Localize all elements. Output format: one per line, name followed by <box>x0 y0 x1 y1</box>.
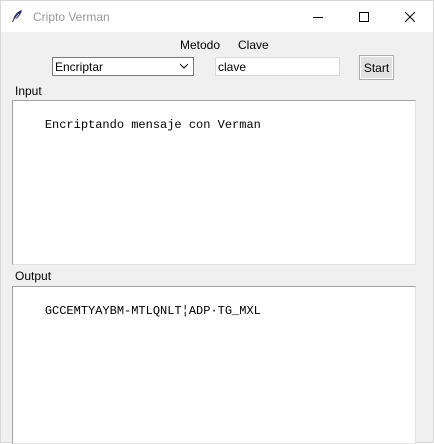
output-textarea[interactable]: GCCEMTYAYBM-MTLQNLT¦ADP·TG_MXL <box>12 286 416 444</box>
chevron-down-icon <box>179 63 189 69</box>
app-window: Cripto Verman Metodo Clave Encriptar cla… <box>0 0 434 444</box>
clave-label: Clave <box>238 38 269 52</box>
input-textarea[interactable]: Encriptando mensaje con Verman <box>12 100 416 265</box>
window-title: Cripto Verman <box>33 10 110 24</box>
maximize-icon <box>359 11 369 22</box>
key-input[interactable] <box>215 57 340 76</box>
close-icon <box>405 11 415 22</box>
feather-icon <box>12 10 22 22</box>
start-button[interactable]: Start <box>359 55 394 80</box>
method-select[interactable]: Encriptar <box>52 57 194 76</box>
maximize-button[interactable] <box>341 1 387 32</box>
input-label: Input <box>15 84 42 98</box>
start-button-label: Start <box>363 60 390 75</box>
output-label: Output <box>15 269 52 283</box>
minimize-button[interactable] <box>295 1 341 32</box>
title-bar[interactable]: Cripto Verman <box>1 1 433 32</box>
method-select-value: Encriptar <box>55 60 104 74</box>
output-text: GCCEMTYAYBM-MTLQNLT¦ADP·TG_MXL <box>44 304 261 318</box>
close-button[interactable] <box>387 1 433 32</box>
minimize-icon <box>313 16 323 18</box>
metodo-label: Metodo <box>180 38 221 52</box>
input-text: Encriptando mensaje con Verman <box>44 118 261 132</box>
